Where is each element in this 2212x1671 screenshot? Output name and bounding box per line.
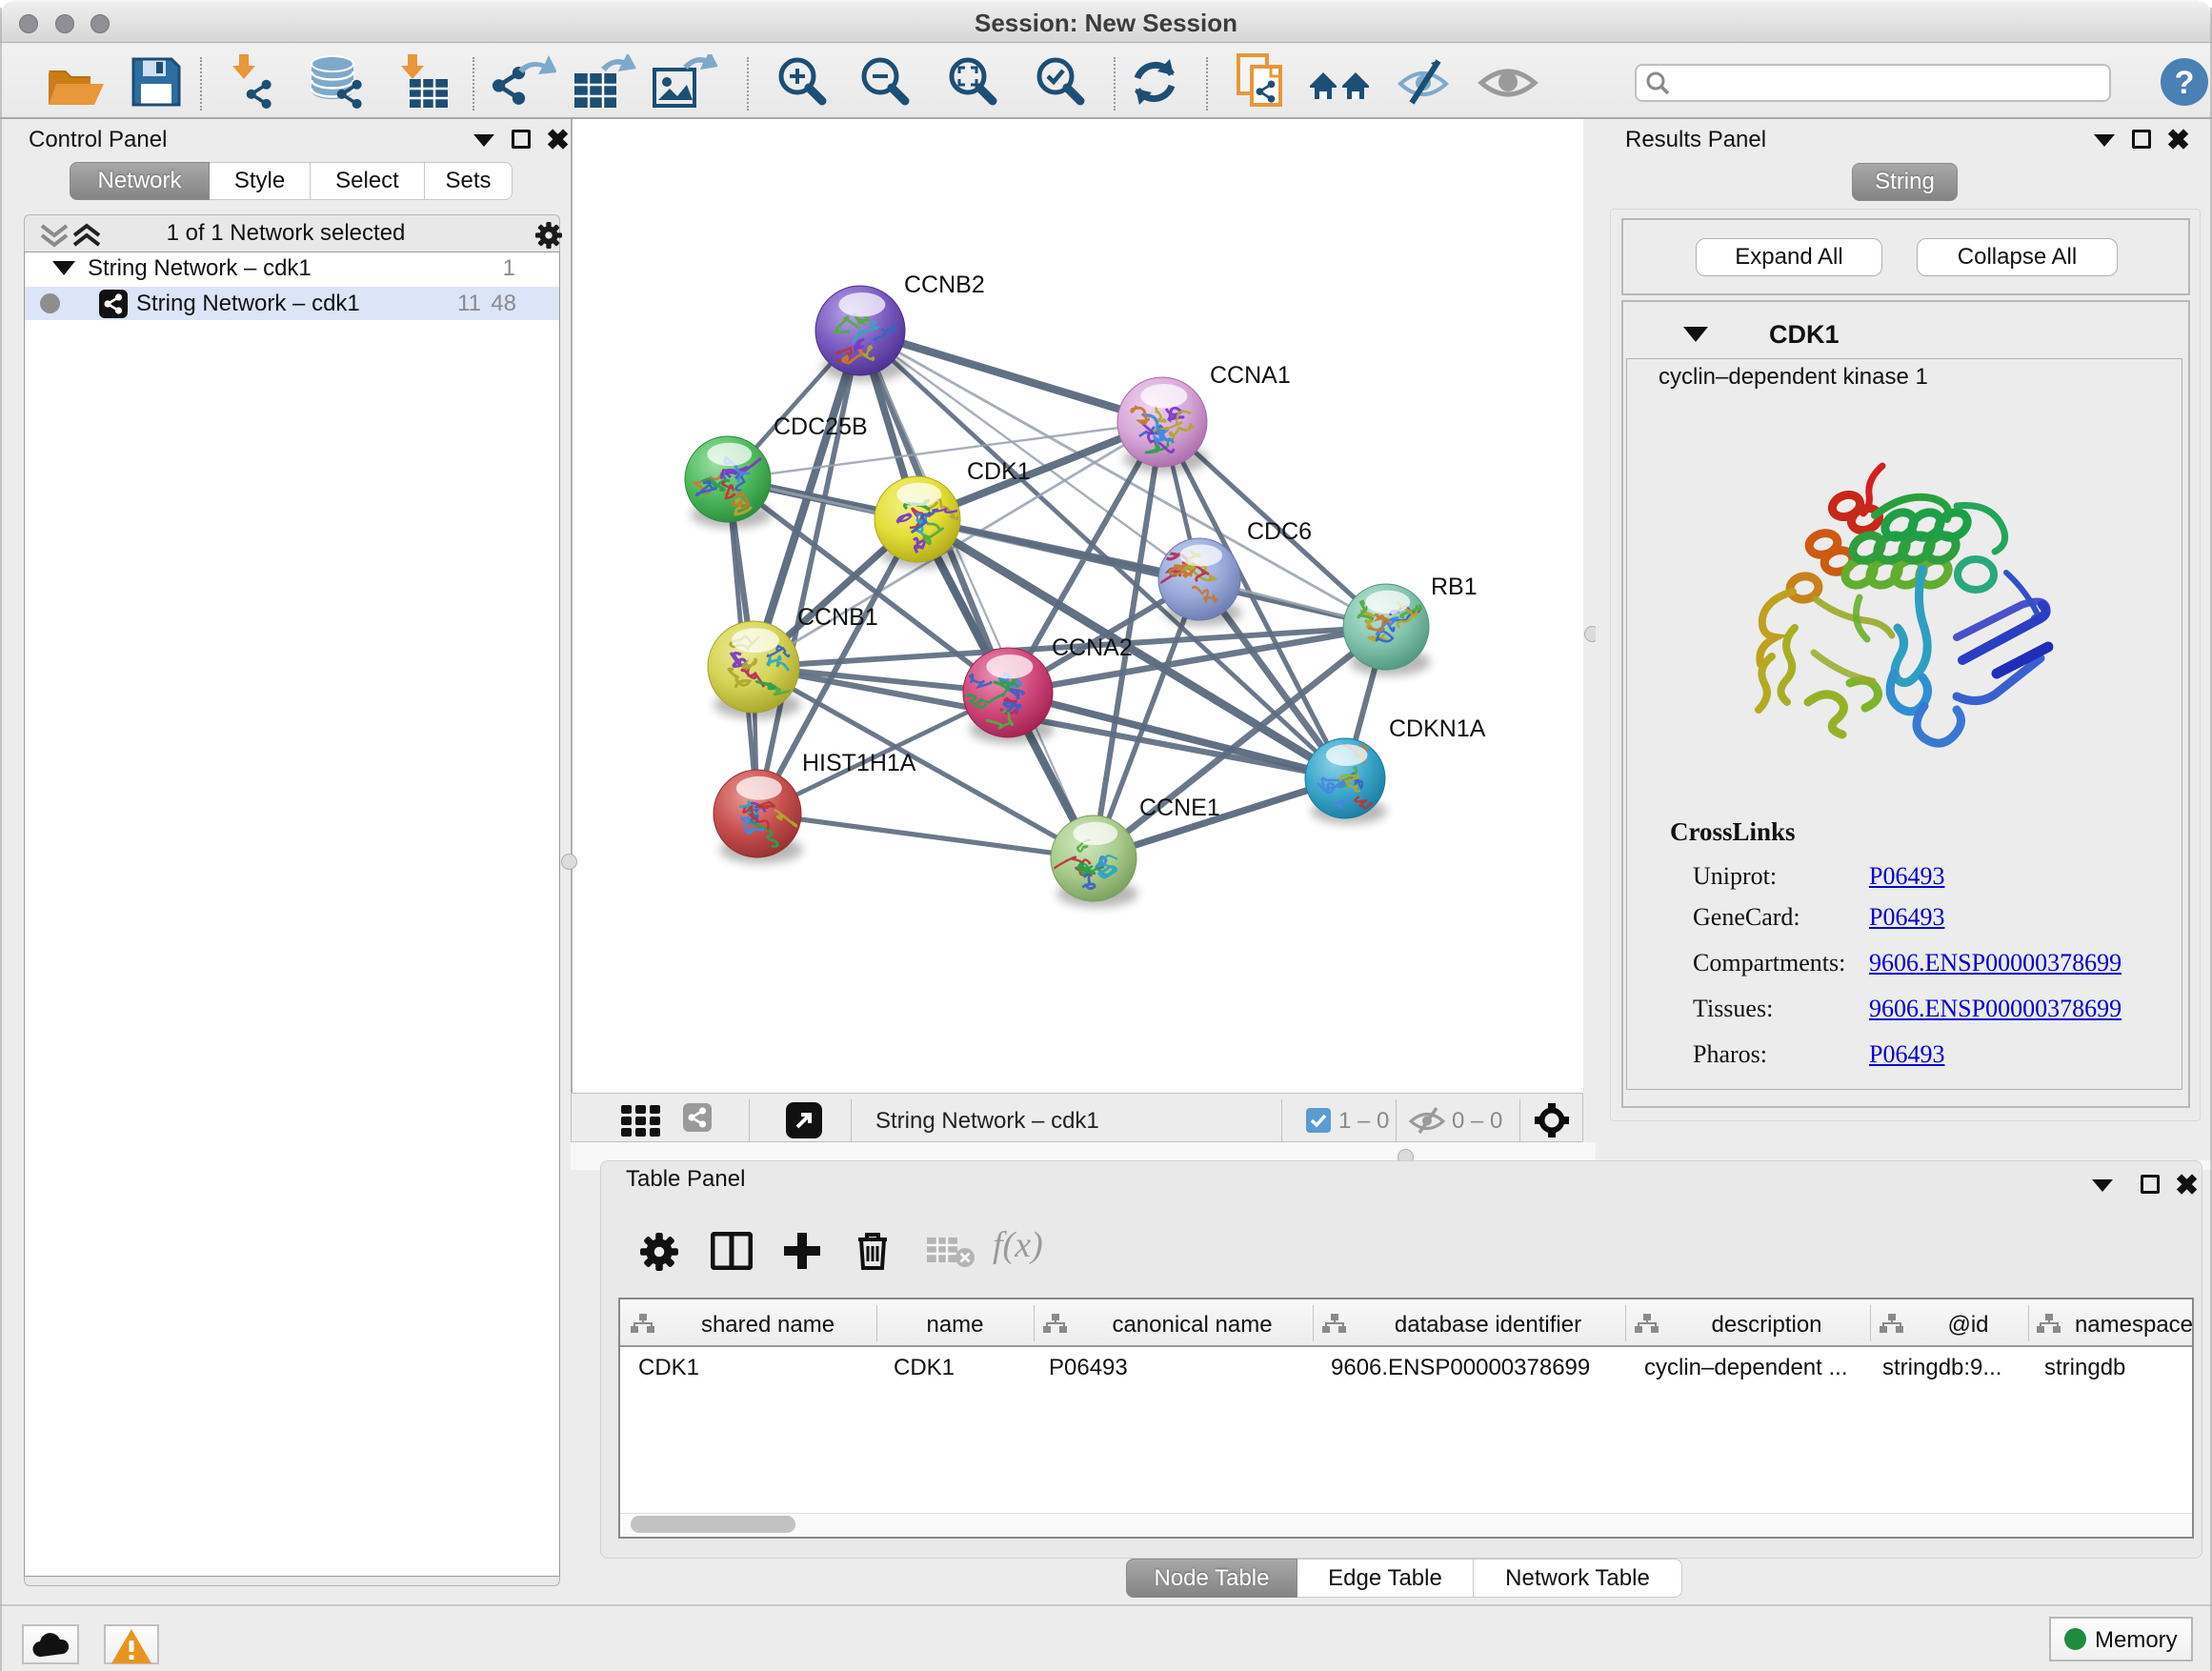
svg-text:RB1: RB1 <box>1431 574 1478 600</box>
svg-text:CCNE1: CCNE1 <box>1139 795 1220 821</box>
svg-text:HIST1H1A: HIST1H1A <box>802 750 916 776</box>
svg-text:CCNB1: CCNB1 <box>797 604 878 631</box>
svg-text:?: ? <box>2175 65 2195 101</box>
svg-text:CDKN1A: CDKN1A <box>1389 715 1486 742</box>
svg-text:CCNA1: CCNA1 <box>1210 362 1291 389</box>
svg-text:CDC25B: CDC25B <box>774 413 868 440</box>
svg-text:CCNA2: CCNA2 <box>1052 634 1133 661</box>
svg-text:CDC6: CDC6 <box>1247 518 1312 545</box>
svg-text:CDK1: CDK1 <box>967 458 1031 485</box>
svg-text:CCNB2: CCNB2 <box>904 272 985 298</box>
